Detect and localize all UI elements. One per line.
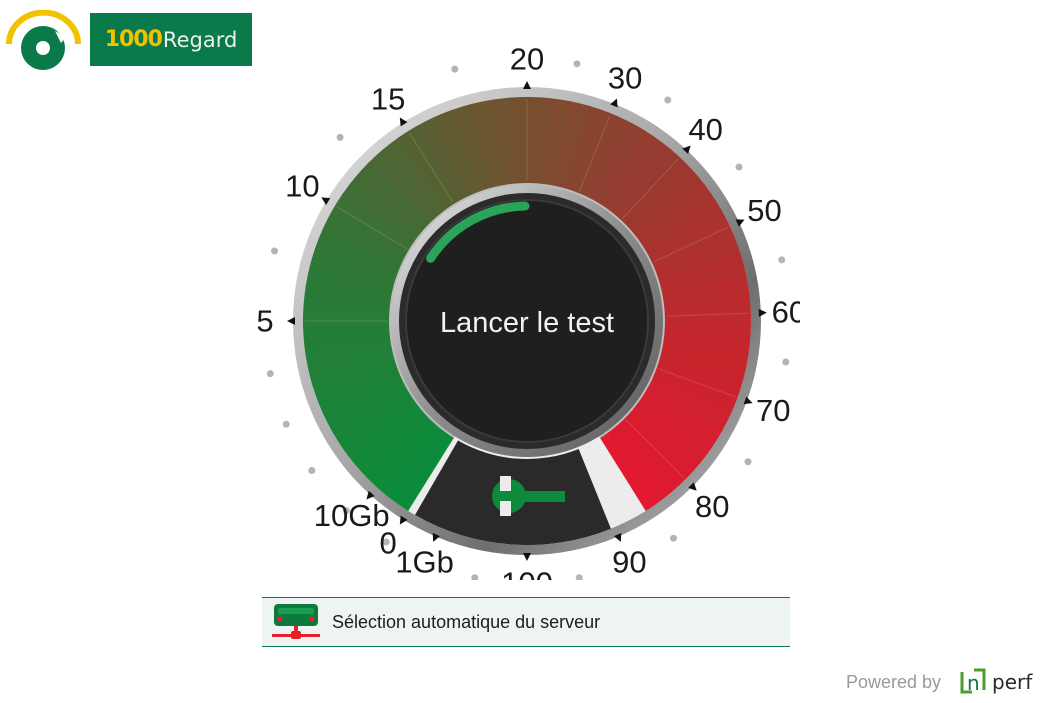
- server-icon: [272, 604, 320, 639]
- gauge-tick-mark: [758, 308, 767, 317]
- gauge-scale-dot: [282, 420, 290, 428]
- gauge-scale-dot: [744, 458, 752, 466]
- gauge-scale-dot: [664, 96, 672, 104]
- brand-name-box: 1000 Regard: [90, 13, 252, 66]
- server-selection[interactable]: Sélection automatique du serveur: [262, 597, 790, 647]
- gauge-scale-dot: [471, 574, 479, 580]
- gauge-tick-label: 80: [695, 489, 729, 524]
- gauge-scale-dot: [575, 574, 583, 580]
- powered-by-label: Powered by: [846, 672, 942, 692]
- start-test-label: Lancer le test: [439, 306, 615, 339]
- nperf-logo[interactable]: n perf: [958, 664, 1054, 700]
- gauge-scale-dot: [782, 358, 790, 366]
- brand-name-part2: Regard: [162, 27, 238, 52]
- gauge-tick-label: 40: [688, 112, 722, 147]
- gauge-scale-dot: [573, 60, 581, 68]
- gauge-tick-label: 20: [510, 42, 544, 77]
- brand-name-part1: 1000: [104, 27, 163, 52]
- gauge-tick-label: 5: [256, 304, 273, 339]
- gauge-scale-dot: [451, 65, 459, 73]
- gauge-scale-dot: [266, 370, 274, 378]
- gauge-tick-label: 70: [756, 393, 790, 428]
- brand-logo: 1000 Regard: [6, 9, 256, 70]
- gauge-tick-label: 90: [612, 545, 646, 580]
- gauge-tick-label: 15: [371, 81, 405, 116]
- gauge-tick-label: 1Gb: [395, 545, 454, 580]
- gauge-scale-dot: [271, 247, 279, 255]
- server-selection-label: Sélection automatique du serveur: [332, 611, 601, 632]
- gauge-tick-mark: [523, 553, 531, 561]
- gauge-tick-label: 60: [772, 294, 800, 329]
- gauge-tick-label: 10: [285, 169, 319, 204]
- start-test-button[interactable]: Lancer le test: [401, 197, 653, 449]
- gauge-scale-dot: [308, 467, 316, 475]
- gauge-tick-mark: [287, 317, 295, 325]
- gauge-tick-label: 30: [608, 61, 642, 96]
- gauge-scale-dot: [778, 256, 786, 264]
- nperf-logo-text: perf: [992, 670, 1033, 694]
- gauge-tick-label: 50: [747, 193, 781, 228]
- gauge-scale-dot: [670, 534, 678, 542]
- gauge-scale-dot: [735, 163, 743, 171]
- gauge-scale-dot: [336, 133, 344, 141]
- brand-mark-icon: [6, 9, 81, 70]
- gauge-tick-label: 100: [501, 566, 553, 581]
- gauge-tick-mark: [523, 81, 531, 89]
- gauge-tick-label: 10Gb: [314, 498, 390, 533]
- nperf-logo-n: n: [967, 671, 980, 695]
